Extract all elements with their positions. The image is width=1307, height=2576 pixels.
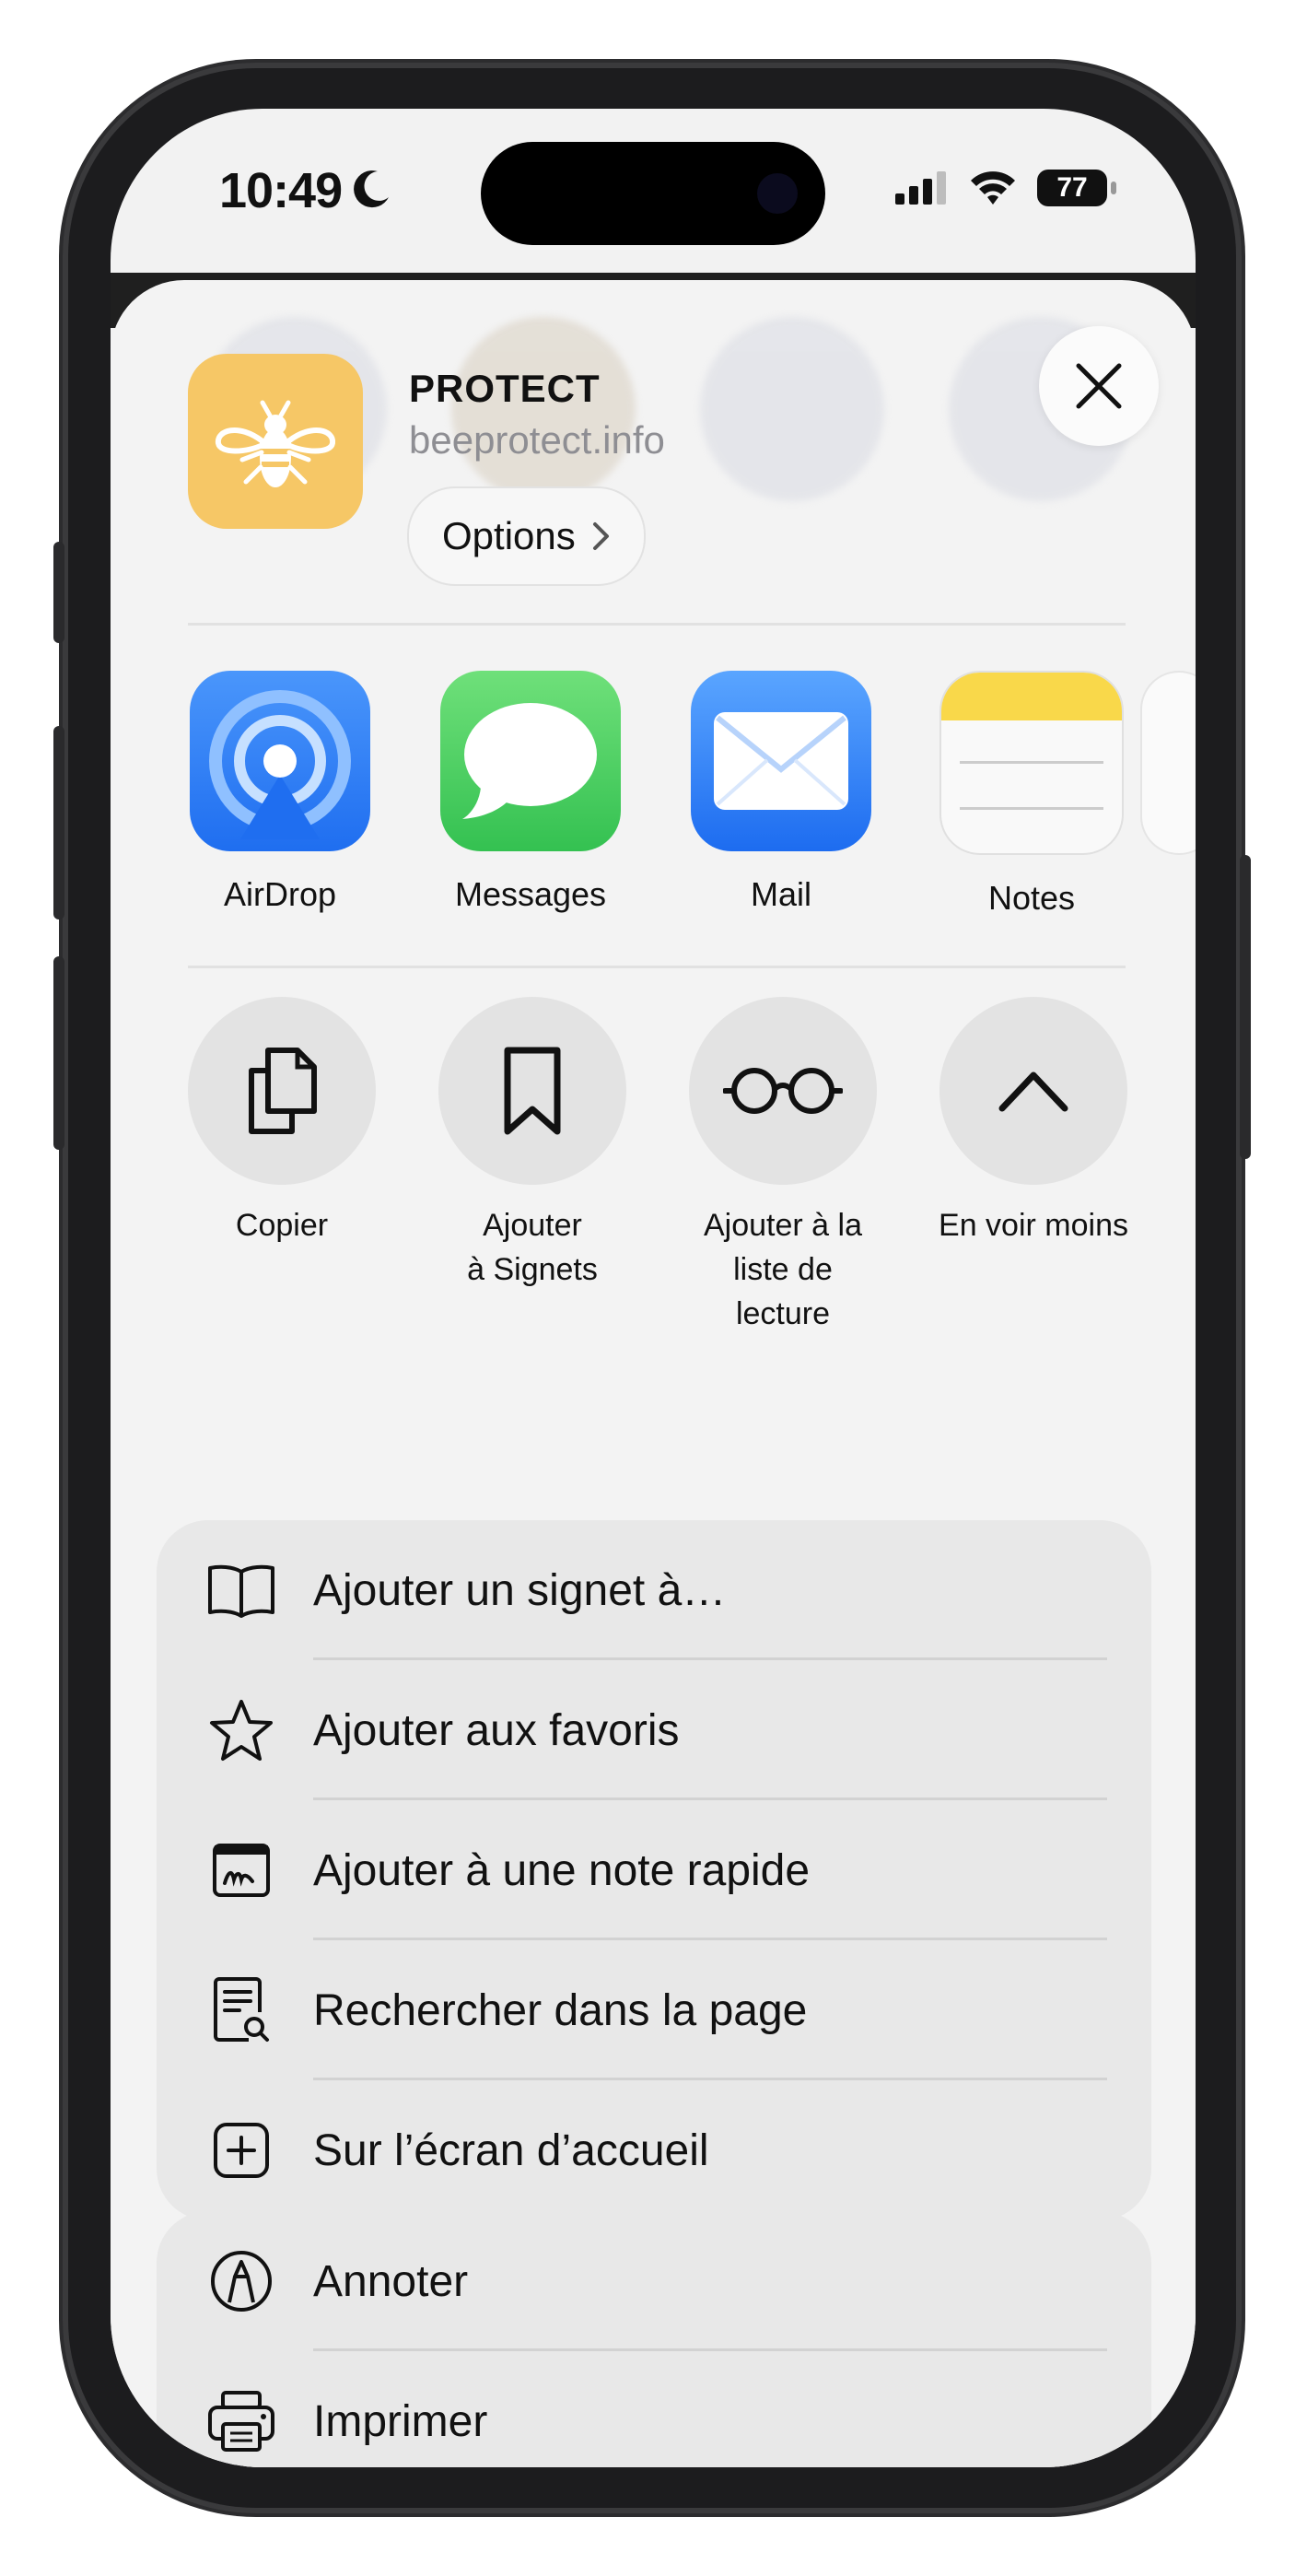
- dynamic-island: [481, 142, 825, 245]
- app-label: Mail: [750, 875, 811, 913]
- camera-lens: [757, 173, 798, 214]
- close-icon: [1076, 363, 1122, 409]
- menu-label: Sur l’écran d’accueil: [313, 2125, 709, 2175]
- screen: 10:49 77 PROTECT beeprotect.info Options…: [111, 109, 1196, 2467]
- printer-icon: [206, 2386, 276, 2456]
- focus-moon-icon: [354, 170, 389, 208]
- site-title: PROTECT: [409, 367, 601, 410]
- divider: [188, 623, 1126, 626]
- add-square-icon: [206, 2115, 276, 2185]
- volume-up-button: [53, 726, 64, 919]
- menu-label: Ajouter un signet à…: [313, 1565, 727, 1615]
- action-label: Ajouter à Signets: [467, 1208, 598, 1287]
- airdrop-icon: [190, 671, 370, 851]
- options-label: Options: [442, 514, 576, 557]
- menu-label: Ajouter aux favoris: [313, 1705, 680, 1755]
- app-label: AirDrop: [223, 875, 337, 913]
- action-button: [53, 542, 64, 643]
- share-app-mail[interactable]: Mail: [689, 671, 873, 918]
- bee-icon: [215, 400, 336, 487]
- app-label: Notes: [987, 879, 1076, 917]
- chevron-right-icon: [592, 522, 609, 550]
- menu-item-add-to-home-screen[interactable]: Sur l’écran d’accueil: [157, 2080, 1151, 2220]
- share-app-airdrop[interactable]: AirDrop: [188, 671, 372, 918]
- action-label: Copier: [235, 1208, 329, 1243]
- glasses-icon: [689, 997, 877, 1185]
- share-app-messages[interactable]: Messages: [438, 671, 623, 918]
- site-favicon: [188, 354, 363, 529]
- find-in-page-icon: [206, 1975, 276, 2045]
- quick-actions-row: Copier Ajouter à Signets Ajouter à la li…: [188, 997, 1128, 1336]
- menu-item-print[interactable]: Imprimer: [157, 2351, 1151, 2467]
- mail-icon: [691, 671, 871, 851]
- menu-group-tools: Annoter Imprimer: [157, 2211, 1151, 2467]
- menu-item-markup[interactable]: Annoter: [157, 2211, 1151, 2351]
- menu-item-find-in-page[interactable]: Rechercher dans la page: [157, 1940, 1151, 2080]
- menu-label: Ajouter à une note rapide: [313, 1845, 811, 1895]
- menu-label: Rechercher dans la page: [313, 1985, 808, 2035]
- book-icon: [206, 1555, 276, 1625]
- menu-label: Imprimer: [313, 2396, 488, 2446]
- action-label: En voir moins: [939, 1208, 1128, 1243]
- blurred-contact: [700, 317, 884, 501]
- app-label: Messages: [454, 875, 607, 913]
- options-button[interactable]: Options: [407, 486, 646, 586]
- menu-item-quick-note[interactable]: Ajouter à une note rapide: [157, 1800, 1151, 1940]
- menu-item-add-favorites[interactable]: Ajouter aux favoris: [157, 1660, 1151, 1800]
- battery-indicator: 77: [1037, 170, 1116, 206]
- more-apps-peek[interactable]: [1140, 671, 1196, 855]
- share-apps-row: AirDrop Messages Mail Notes: [188, 671, 1124, 918]
- share-sheet: PROTECT beeprotect.info Options AirDrop …: [111, 280, 1196, 2467]
- close-button[interactable]: [1039, 326, 1159, 446]
- markup-icon: [206, 2246, 276, 2316]
- notes-icon: [939, 671, 1124, 855]
- divider: [188, 966, 1126, 968]
- quick-note-icon: [206, 1835, 276, 1905]
- copy-icon: [188, 997, 376, 1185]
- share-app-notes[interactable]: Notes: [939, 671, 1124, 918]
- site-url: beeprotect.info: [409, 418, 665, 462]
- bookmark-icon: [438, 997, 626, 1185]
- chevron-up-icon: [939, 997, 1127, 1185]
- status-time: 10:49: [219, 163, 343, 218]
- star-icon: [206, 1695, 276, 1765]
- action-add-bookmark[interactable]: Ajouter à Signets: [438, 997, 626, 1336]
- volume-down-button: [53, 956, 64, 1150]
- action-label: Ajouter à la liste de lecture: [704, 1208, 862, 1331]
- menu-group-bookmarks: Ajouter un signet à… Ajouter aux favoris: [157, 1520, 1151, 2220]
- action-copy[interactable]: Copier: [188, 997, 376, 1336]
- menu-item-add-bookmark-to[interactable]: Ajouter un signet à…: [157, 1520, 1151, 1660]
- messages-icon: [440, 671, 621, 851]
- cellular-signal-icon: [895, 171, 946, 205]
- action-show-less[interactable]: En voir moins: [939, 997, 1128, 1336]
- status-indicators: 77: [895, 170, 1116, 206]
- power-button: [1240, 855, 1251, 1159]
- menu-label: Annoter: [313, 2256, 469, 2306]
- action-reading-list[interactable]: Ajouter à la liste de lecture: [689, 997, 877, 1336]
- wifi-icon: [971, 171, 1015, 205]
